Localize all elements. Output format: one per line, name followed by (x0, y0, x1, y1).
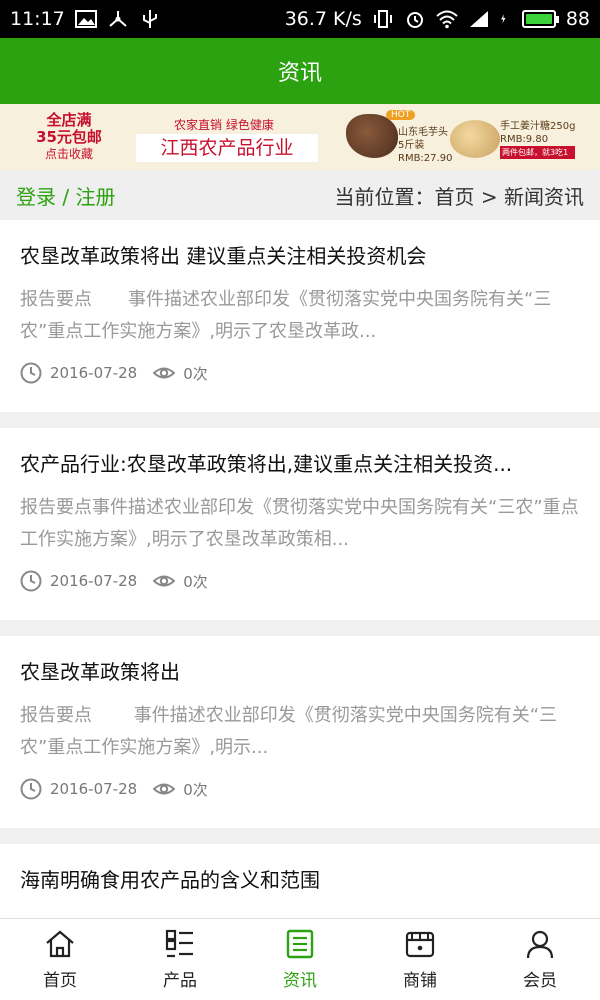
news-date: 2016-07-28 (50, 572, 138, 590)
breadcrumb: 当前位置：首页 > 新闻资讯 (334, 184, 584, 209)
login-register-link[interactable]: 登录 / 注册 (16, 181, 115, 210)
battery-icon (521, 10, 559, 28)
product-image-taro (346, 114, 398, 158)
news-summary: 报告要点 事件描述农业部印发《贯彻落实党中央国务院有关“三农”重点工作实施方案》… (20, 705, 558, 758)
product2-note: 两件包邮，就3吃1 (500, 146, 576, 159)
product2-price: RMB:9.80 (500, 134, 549, 145)
news-date: 2016-07-28 (50, 364, 138, 382)
nav-news[interactable]: 资讯 (240, 919, 360, 1000)
product1-info: 山东毛芋头 5斤装 RMB:27.90 (398, 126, 452, 165)
user-icon (526, 930, 554, 959)
nav-label: 商铺 (403, 971, 437, 991)
share-icon (109, 11, 127, 27)
charging-icon (500, 14, 506, 24)
image-icon (74, 10, 97, 28)
page-title: 资讯 (277, 61, 322, 86)
list-icon (165, 929, 193, 958)
product1-price: RMB:27.90 (398, 153, 453, 164)
promo-banner[interactable]: 全店满 35元包邮 点击收藏 农家直销 绿色健康 江西农产品行业 HOT 山东毛… (0, 104, 600, 170)
news-summary: 报告要点事件描述农业部印发《贯彻落实党中央国务院有关“三农”重点工作实施方案》,… (20, 497, 579, 550)
news-views: 0次 (183, 364, 208, 383)
vibrate-icon (373, 10, 392, 28)
news-list: 农垦改革政策将出 建议重点关注相关投资机会 报告要点 事件描述农业部印发《贯彻落… (0, 220, 600, 924)
news-card[interactable]: 农垦改革政策将出 建议重点关注相关投资机会 报告要点 事件描述农业部印发《贯彻落… (0, 220, 600, 412)
promo-line3: 点击收藏 (44, 147, 93, 161)
news-title[interactable]: 农垦改革政策将出 (20, 656, 580, 688)
clock-icon (20, 362, 42, 384)
hot-badge: HOT (386, 110, 416, 120)
news-meta: 2016-07-28 0次 (20, 360, 580, 386)
news-summary: 报告要点 事件描述农业部印发《贯彻落实党中央国务院有关“三农”重点工作实施方案》… (20, 289, 552, 342)
product1-spec: 5斤装 (398, 140, 425, 151)
nav-stores[interactable]: 商铺 (360, 919, 480, 1000)
news-meta: 2016-07-28 0次 (20, 568, 580, 594)
news-icon (286, 929, 314, 959)
eye-icon (153, 367, 176, 379)
app-header: 资讯 (0, 38, 600, 104)
nav-member[interactable]: 会员 (480, 919, 600, 1000)
news-views: 0次 (183, 780, 208, 799)
news-card[interactable]: 海南明确食用农产品的含义和范围 (0, 844, 600, 924)
banner-tagline: 农家直销 绿色健康 (174, 118, 274, 132)
usb-icon (142, 10, 157, 28)
nav-label: 会员 (523, 971, 557, 991)
bottom-nav: 首页 产品 资讯 商铺 会员 (0, 918, 600, 1000)
signal-icon (469, 11, 488, 27)
news-card[interactable]: 农垦改革政策将出 报告要点 事件描述农业部印发《贯彻落实党中央国务院有关“三农”… (0, 636, 600, 828)
battery-level: 88 (565, 8, 590, 30)
nav-label: 产品 (163, 971, 197, 991)
nav-products[interactable]: 产品 (120, 919, 240, 1000)
eye-icon (153, 783, 176, 795)
nav-home[interactable]: 首页 (0, 919, 120, 1000)
status-bar: 11:17 36.7 K/s 88 (0, 0, 600, 38)
wifi-icon (436, 10, 458, 29)
promo-line1: 全店满 (46, 111, 92, 129)
clock-icon (20, 570, 42, 592)
alarm-icon (406, 12, 423, 28)
location-bar: 登录 / 注册 当前位置：首页 > 新闻资讯 (0, 170, 600, 220)
news-date: 2016-07-28 (50, 780, 138, 798)
news-meta: 2016-07-28 0次 (20, 776, 580, 802)
status-time: 11:17 (10, 8, 65, 30)
product1-name: 山东毛芋头 (398, 127, 448, 138)
clock-icon (20, 778, 42, 800)
banner-title: 江西农产品行业 (136, 134, 318, 162)
store-icon (405, 931, 435, 958)
eye-icon (153, 575, 176, 587)
news-title[interactable]: 海南明确食用农产品的含义和范围 (20, 864, 580, 896)
news-views: 0次 (183, 572, 208, 591)
product-image-ginger-candy (450, 120, 500, 158)
promo-line2: 35元包邮 (36, 128, 102, 146)
news-title[interactable]: 农产品行业:农垦改革政策将出,建议重点关注相关投资... (20, 448, 580, 480)
home-icon (46, 930, 74, 958)
news-card[interactable]: 农产品行业:农垦改革政策将出,建议重点关注相关投资... 报告要点事件描述农业部… (0, 428, 600, 620)
product2-name: 手工姜汁糖250g (500, 121, 576, 132)
nav-label: 资讯 (283, 971, 317, 991)
product2-info: 手工姜汁糖250g RMB:9.80 两件包邮，就3吃1 (500, 120, 576, 159)
network-speed: 36.7 K/s (284, 8, 362, 30)
promo-block: 全店满 35元包邮 点击收藏 (30, 112, 108, 163)
nav-label: 首页 (43, 971, 77, 991)
news-title[interactable]: 农垦改革政策将出 建议重点关注相关投资机会 (20, 240, 580, 272)
